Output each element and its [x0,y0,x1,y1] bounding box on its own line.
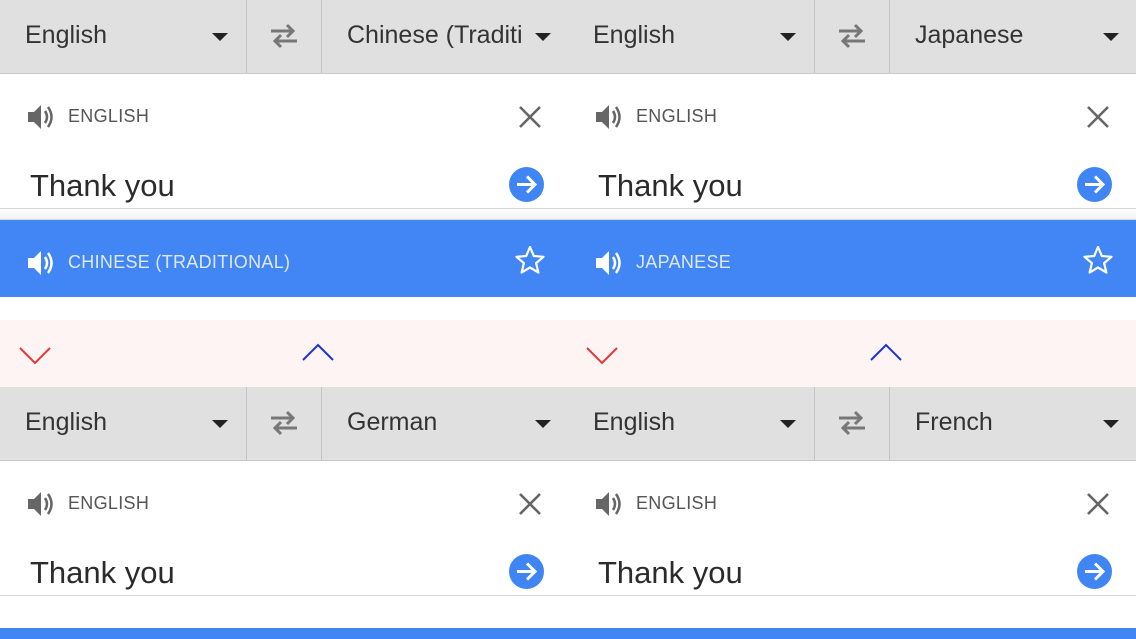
input-card: ENGLISH Thank you [0,74,568,209]
translate-go-button[interactable] [509,554,544,589]
translate-go-button[interactable] [1077,554,1112,589]
speaker-icon[interactable] [594,248,624,278]
star-outline-icon[interactable] [514,244,546,276]
chevron-down-icon[interactable] [18,336,52,370]
dropdown-caret-icon [780,33,796,41]
translate-go-button[interactable] [1077,167,1112,202]
close-icon[interactable] [516,103,544,131]
card-divider [568,209,1136,220]
dropdown-caret-icon [780,420,796,428]
arrow-right-circle-icon [517,175,538,194]
input-text[interactable]: Thank you [30,555,175,591]
target-language-selector[interactable]: Chinese (Traditi [322,0,568,73]
translator-panel-chinese: English Chinese (Traditi ENGLISH Thank y… [0,0,568,297]
close-icon[interactable] [1084,103,1112,131]
speaker-icon[interactable] [26,248,56,278]
chevron-down-icon[interactable] [585,336,619,370]
swap-languages-button[interactable] [247,387,322,460]
close-icon[interactable] [516,490,544,518]
source-language-label: English [593,408,675,436]
source-language-label: English [25,21,107,49]
translator-panel-german: English German ENGLISH Thank you [0,387,568,596]
source-language-selector[interactable]: English [568,387,815,460]
language-bar: English German [0,387,568,461]
source-language-selector[interactable]: English [0,387,247,460]
source-language-name: ENGLISH [68,106,150,126]
source-language-selector[interactable]: English [0,0,247,73]
chevron-up-icon[interactable] [301,336,335,370]
close-icon[interactable] [1084,490,1112,518]
swap-arrows-icon [839,410,865,436]
language-bar: English Chinese (Traditi [0,0,568,74]
language-bar: English Japanese [568,0,1136,74]
swap-languages-button[interactable] [815,387,890,460]
expand-collapse-strip [0,320,568,387]
result-bar-edge [0,628,1136,639]
input-text[interactable]: Thank you [30,168,175,204]
input-text[interactable]: Thank you [598,168,743,204]
source-language-selector[interactable]: English [568,0,815,73]
result-bar: JAPANESE [568,220,1136,297]
swap-arrows-icon [839,23,865,49]
card-divider [0,209,568,220]
source-language-label: English [593,21,675,49]
dropdown-caret-icon [535,420,551,428]
result-bar: CHINESE (TRADITIONAL) [0,220,568,297]
arrow-right-circle-icon [1085,175,1106,194]
dropdown-caret-icon [1103,420,1119,428]
dropdown-caret-icon [1103,33,1119,41]
expand-collapse-strip [568,320,1136,387]
dropdown-caret-icon [535,33,551,41]
input-text[interactable]: Thank you [598,555,743,591]
source-language-name: ENGLISH [68,493,150,513]
speaker-icon[interactable] [26,489,56,519]
speaker-icon[interactable] [594,489,624,519]
swap-arrows-icon [271,410,297,436]
input-card: ENGLISH Thank you [568,74,1136,209]
input-card: ENGLISH Thank you [0,461,568,596]
target-language-label: Chinese (Traditi [347,21,523,49]
translator-panel-japanese: English Japanese ENGLISH Thank you JAPAN… [568,0,1136,297]
source-language-name: ENGLISH [636,493,718,513]
speaker-icon[interactable] [594,102,624,132]
source-language-label: English [25,408,107,436]
target-language-name: JAPANESE [636,252,732,272]
target-language-label: Japanese [915,21,1024,49]
input-card: ENGLISH Thank you [568,461,1136,596]
arrow-right-circle-icon [1085,562,1106,581]
translate-go-button[interactable] [509,167,544,202]
target-language-selector[interactable]: Japanese [890,0,1136,73]
star-outline-icon[interactable] [1082,244,1114,276]
swap-languages-button[interactable] [247,0,322,73]
dropdown-caret-icon [212,33,228,41]
target-language-label: German [347,408,438,436]
language-bar: English French [568,387,1136,461]
chevron-up-icon[interactable] [869,336,903,370]
translate-comparison-grid: English Chinese (Traditi ENGLISH Thank y… [0,0,1136,639]
arrow-right-circle-icon [517,562,538,581]
source-language-name: ENGLISH [636,106,718,126]
swap-languages-button[interactable] [815,0,890,73]
swap-arrows-icon [271,23,297,49]
target-language-selector[interactable]: German [322,387,568,460]
speaker-icon[interactable] [26,102,56,132]
target-language-label: French [915,408,993,436]
translator-panel-french: English French ENGLISH Thank you [568,387,1136,596]
target-language-name: CHINESE (TRADITIONAL) [68,252,291,272]
dropdown-caret-icon [212,420,228,428]
target-language-selector[interactable]: French [890,387,1136,460]
